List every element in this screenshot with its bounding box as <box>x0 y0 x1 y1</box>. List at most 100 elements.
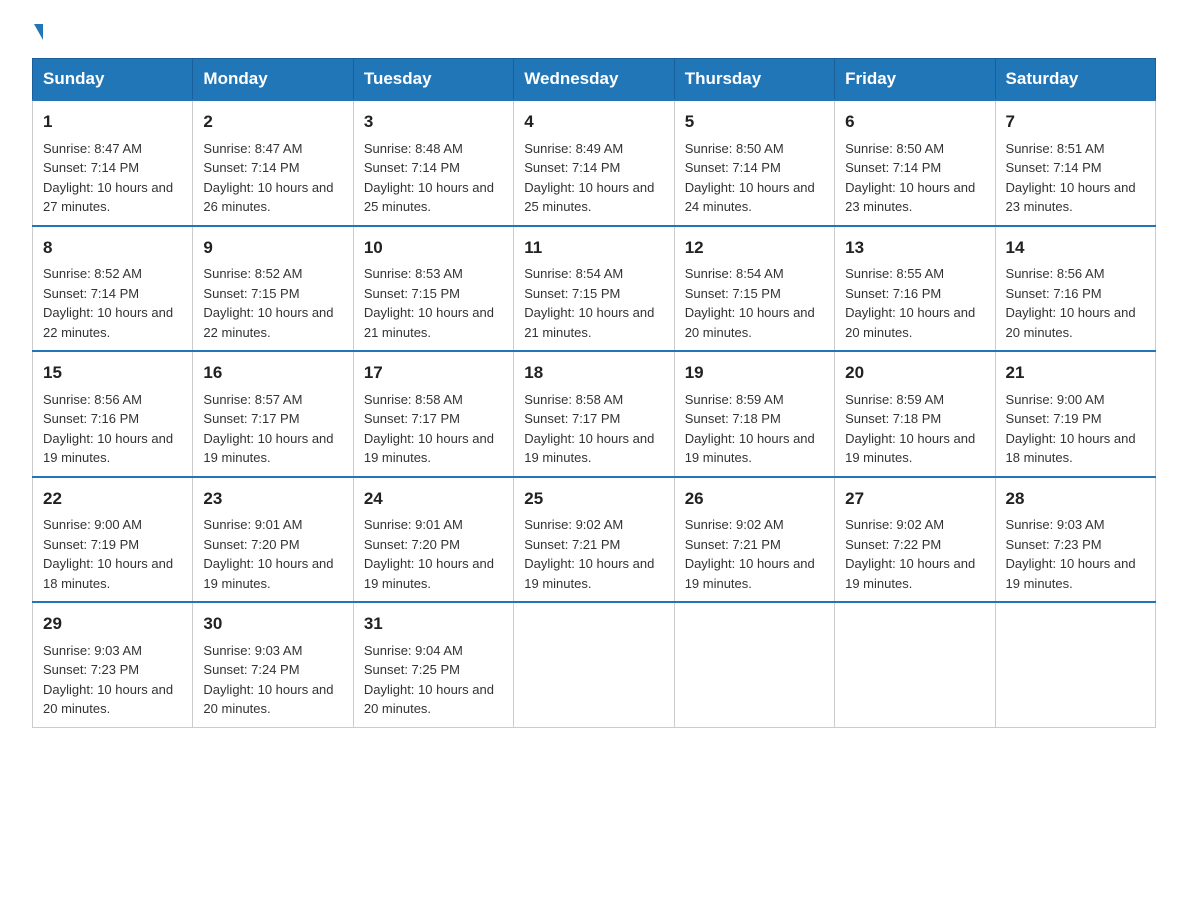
calendar-cell: 5 Sunrise: 8:50 AMSunset: 7:14 PMDayligh… <box>674 100 834 226</box>
day-info: Sunrise: 8:47 AMSunset: 7:14 PMDaylight:… <box>43 141 173 215</box>
calendar-cell: 26 Sunrise: 9:02 AMSunset: 7:21 PMDaylig… <box>674 477 834 603</box>
day-info: Sunrise: 8:56 AMSunset: 7:16 PMDaylight:… <box>43 392 173 466</box>
calendar-cell: 17 Sunrise: 8:58 AMSunset: 7:17 PMDaylig… <box>353 351 513 477</box>
day-info: Sunrise: 8:48 AMSunset: 7:14 PMDaylight:… <box>364 141 494 215</box>
calendar-table: SundayMondayTuesdayWednesdayThursdayFrid… <box>32 58 1156 728</box>
logo <box>32 24 43 42</box>
day-number: 19 <box>685 360 824 386</box>
day-number: 18 <box>524 360 663 386</box>
day-number: 27 <box>845 486 984 512</box>
weekday-header-friday: Friday <box>835 59 995 101</box>
day-number: 12 <box>685 235 824 261</box>
day-number: 9 <box>203 235 342 261</box>
calendar-week-row: 1 Sunrise: 8:47 AMSunset: 7:14 PMDayligh… <box>33 100 1156 226</box>
day-number: 26 <box>685 486 824 512</box>
day-info: Sunrise: 8:59 AMSunset: 7:18 PMDaylight:… <box>685 392 815 466</box>
day-number: 11 <box>524 235 663 261</box>
weekday-header-sunday: Sunday <box>33 59 193 101</box>
calendar-cell: 31 Sunrise: 9:04 AMSunset: 7:25 PMDaylig… <box>353 602 513 727</box>
day-info: Sunrise: 8:52 AMSunset: 7:14 PMDaylight:… <box>43 266 173 340</box>
day-info: Sunrise: 9:01 AMSunset: 7:20 PMDaylight:… <box>203 517 333 591</box>
day-info: Sunrise: 8:55 AMSunset: 7:16 PMDaylight:… <box>845 266 975 340</box>
day-info: Sunrise: 8:56 AMSunset: 7:16 PMDaylight:… <box>1006 266 1136 340</box>
calendar-cell: 2 Sunrise: 8:47 AMSunset: 7:14 PMDayligh… <box>193 100 353 226</box>
calendar-cell: 21 Sunrise: 9:00 AMSunset: 7:19 PMDaylig… <box>995 351 1155 477</box>
weekday-header-row: SundayMondayTuesdayWednesdayThursdayFrid… <box>33 59 1156 101</box>
day-number: 23 <box>203 486 342 512</box>
day-number: 22 <box>43 486 182 512</box>
day-info: Sunrise: 8:49 AMSunset: 7:14 PMDaylight:… <box>524 141 654 215</box>
calendar-cell: 29 Sunrise: 9:03 AMSunset: 7:23 PMDaylig… <box>33 602 193 727</box>
day-number: 8 <box>43 235 182 261</box>
calendar-cell: 20 Sunrise: 8:59 AMSunset: 7:18 PMDaylig… <box>835 351 995 477</box>
weekday-header-thursday: Thursday <box>674 59 834 101</box>
day-number: 10 <box>364 235 503 261</box>
day-info: Sunrise: 9:03 AMSunset: 7:23 PMDaylight:… <box>1006 517 1136 591</box>
calendar-cell: 28 Sunrise: 9:03 AMSunset: 7:23 PMDaylig… <box>995 477 1155 603</box>
day-info: Sunrise: 9:02 AMSunset: 7:21 PMDaylight:… <box>685 517 815 591</box>
day-info: Sunrise: 9:03 AMSunset: 7:24 PMDaylight:… <box>203 643 333 717</box>
day-number: 28 <box>1006 486 1145 512</box>
calendar-cell: 23 Sunrise: 9:01 AMSunset: 7:20 PMDaylig… <box>193 477 353 603</box>
day-info: Sunrise: 8:59 AMSunset: 7:18 PMDaylight:… <box>845 392 975 466</box>
day-number: 14 <box>1006 235 1145 261</box>
day-number: 31 <box>364 611 503 637</box>
day-number: 16 <box>203 360 342 386</box>
calendar-cell: 7 Sunrise: 8:51 AMSunset: 7:14 PMDayligh… <box>995 100 1155 226</box>
day-info: Sunrise: 9:03 AMSunset: 7:23 PMDaylight:… <box>43 643 173 717</box>
weekday-header-tuesday: Tuesday <box>353 59 513 101</box>
day-info: Sunrise: 8:53 AMSunset: 7:15 PMDaylight:… <box>364 266 494 340</box>
day-info: Sunrise: 8:50 AMSunset: 7:14 PMDaylight:… <box>685 141 815 215</box>
day-info: Sunrise: 8:52 AMSunset: 7:15 PMDaylight:… <box>203 266 333 340</box>
day-info: Sunrise: 8:51 AMSunset: 7:14 PMDaylight:… <box>1006 141 1136 215</box>
weekday-header-saturday: Saturday <box>995 59 1155 101</box>
calendar-week-row: 29 Sunrise: 9:03 AMSunset: 7:23 PMDaylig… <box>33 602 1156 727</box>
calendar-cell: 12 Sunrise: 8:54 AMSunset: 7:15 PMDaylig… <box>674 226 834 352</box>
calendar-cell: 18 Sunrise: 8:58 AMSunset: 7:17 PMDaylig… <box>514 351 674 477</box>
day-number: 15 <box>43 360 182 386</box>
day-info: Sunrise: 9:02 AMSunset: 7:22 PMDaylight:… <box>845 517 975 591</box>
day-number: 17 <box>364 360 503 386</box>
calendar-cell <box>995 602 1155 727</box>
calendar-week-row: 22 Sunrise: 9:00 AMSunset: 7:19 PMDaylig… <box>33 477 1156 603</box>
day-info: Sunrise: 9:00 AMSunset: 7:19 PMDaylight:… <box>43 517 173 591</box>
calendar-cell <box>674 602 834 727</box>
day-info: Sunrise: 8:54 AMSunset: 7:15 PMDaylight:… <box>685 266 815 340</box>
calendar-week-row: 8 Sunrise: 8:52 AMSunset: 7:14 PMDayligh… <box>33 226 1156 352</box>
day-info: Sunrise: 8:58 AMSunset: 7:17 PMDaylight:… <box>524 392 654 466</box>
day-number: 1 <box>43 109 182 135</box>
calendar-cell <box>835 602 995 727</box>
day-info: Sunrise: 8:47 AMSunset: 7:14 PMDaylight:… <box>203 141 333 215</box>
day-info: Sunrise: 9:04 AMSunset: 7:25 PMDaylight:… <box>364 643 494 717</box>
day-info: Sunrise: 8:54 AMSunset: 7:15 PMDaylight:… <box>524 266 654 340</box>
day-number: 3 <box>364 109 503 135</box>
day-number: 20 <box>845 360 984 386</box>
calendar-cell: 25 Sunrise: 9:02 AMSunset: 7:21 PMDaylig… <box>514 477 674 603</box>
logo-arrow-icon <box>34 24 43 40</box>
day-info: Sunrise: 9:00 AMSunset: 7:19 PMDaylight:… <box>1006 392 1136 466</box>
calendar-cell: 8 Sunrise: 8:52 AMSunset: 7:14 PMDayligh… <box>33 226 193 352</box>
day-info: Sunrise: 8:57 AMSunset: 7:17 PMDaylight:… <box>203 392 333 466</box>
calendar-cell: 10 Sunrise: 8:53 AMSunset: 7:15 PMDaylig… <box>353 226 513 352</box>
calendar-cell: 15 Sunrise: 8:56 AMSunset: 7:16 PMDaylig… <box>33 351 193 477</box>
day-number: 7 <box>1006 109 1145 135</box>
day-number: 5 <box>685 109 824 135</box>
calendar-cell: 27 Sunrise: 9:02 AMSunset: 7:22 PMDaylig… <box>835 477 995 603</box>
page-header <box>32 24 1156 42</box>
day-info: Sunrise: 9:02 AMSunset: 7:21 PMDaylight:… <box>524 517 654 591</box>
calendar-week-row: 15 Sunrise: 8:56 AMSunset: 7:16 PMDaylig… <box>33 351 1156 477</box>
calendar-cell: 16 Sunrise: 8:57 AMSunset: 7:17 PMDaylig… <box>193 351 353 477</box>
day-number: 24 <box>364 486 503 512</box>
calendar-cell: 11 Sunrise: 8:54 AMSunset: 7:15 PMDaylig… <box>514 226 674 352</box>
day-info: Sunrise: 8:50 AMSunset: 7:14 PMDaylight:… <box>845 141 975 215</box>
calendar-cell: 1 Sunrise: 8:47 AMSunset: 7:14 PMDayligh… <box>33 100 193 226</box>
day-number: 2 <box>203 109 342 135</box>
calendar-cell: 9 Sunrise: 8:52 AMSunset: 7:15 PMDayligh… <box>193 226 353 352</box>
calendar-cell: 30 Sunrise: 9:03 AMSunset: 7:24 PMDaylig… <box>193 602 353 727</box>
day-number: 30 <box>203 611 342 637</box>
calendar-cell: 24 Sunrise: 9:01 AMSunset: 7:20 PMDaylig… <box>353 477 513 603</box>
weekday-header-wednesday: Wednesday <box>514 59 674 101</box>
weekday-header-monday: Monday <box>193 59 353 101</box>
calendar-cell: 19 Sunrise: 8:59 AMSunset: 7:18 PMDaylig… <box>674 351 834 477</box>
day-number: 6 <box>845 109 984 135</box>
